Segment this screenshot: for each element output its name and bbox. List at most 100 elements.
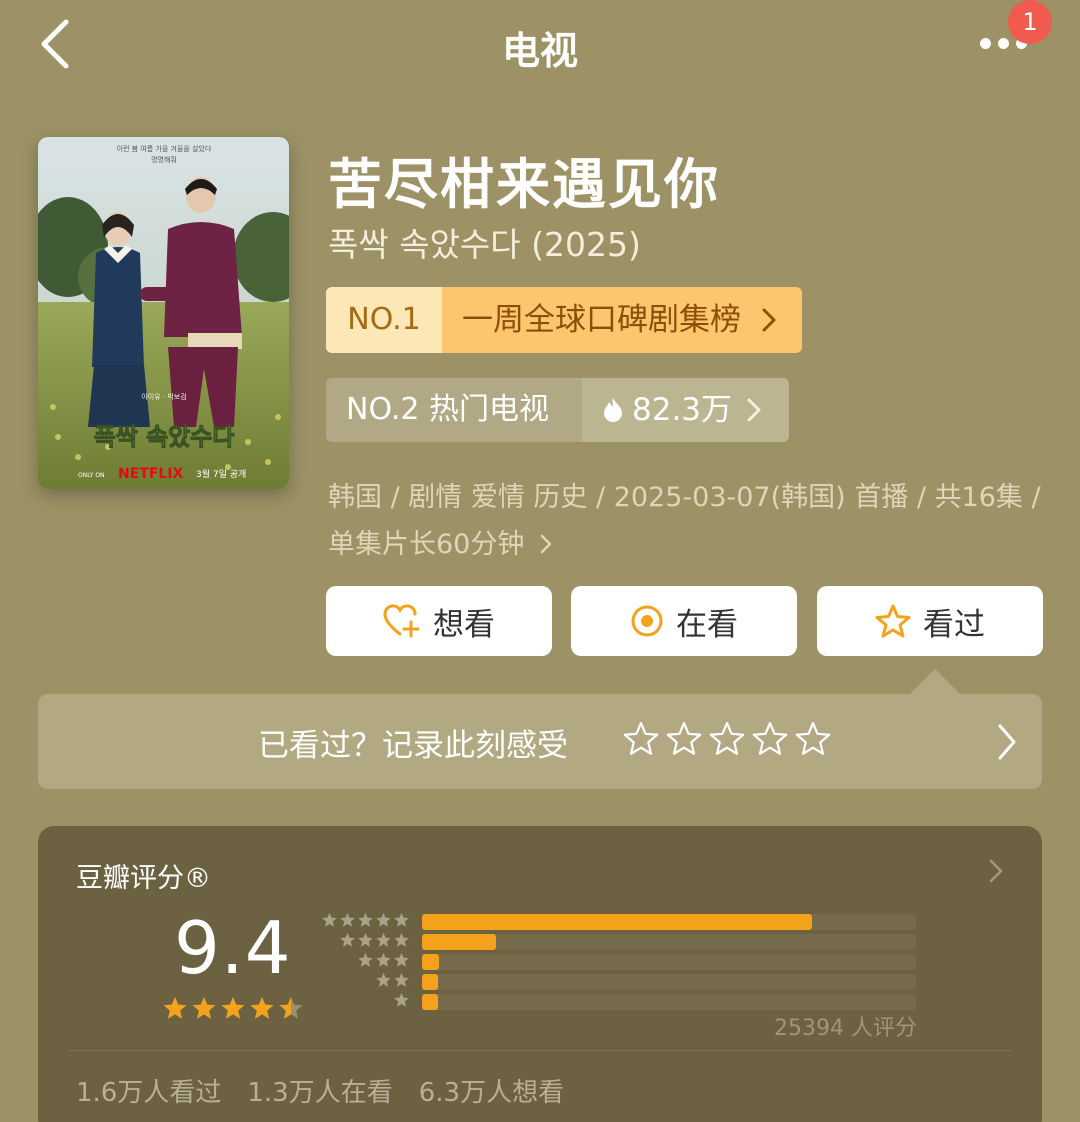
flame-icon (604, 398, 622, 422)
rating-label: 豆瓣评分® (76, 863, 211, 894)
star-icon (394, 993, 409, 1007)
rating-bar-track (422, 914, 916, 930)
record-pointer (910, 669, 960, 694)
record-star-rating[interactable] (623, 722, 831, 758)
record-feeling-panel[interactable]: 已看过？记录此刻感受 (38, 694, 1042, 789)
ranking-number: NO.1 (326, 287, 442, 353)
stat-want: 6.3万人想看 (418, 1078, 565, 1108)
stat-watched: 1.6万人看过 (76, 1078, 222, 1108)
want-to-watch-button[interactable]: 想看 (326, 586, 552, 656)
poster-date: 3월 7일 공개 (196, 468, 246, 480)
star-icon (394, 953, 409, 967)
chevron-right-icon (998, 724, 1016, 760)
record-prompt: 已看过？记录此刻感受 (258, 728, 568, 764)
rating-bar-track (422, 974, 916, 990)
show-meta[interactable]: 韩国 / 剧情 爱情 历史 / 2025-03-07(韩国) 首播 / 共16集… (328, 474, 1048, 568)
chevron-right-icon (540, 534, 552, 554)
star-icon (376, 913, 391, 927)
page-title: 电视 (501, 29, 578, 73)
star-icon (358, 953, 373, 967)
poster-tagline-2: 명명해줘 (151, 155, 177, 164)
rating-bar-track (422, 994, 916, 1010)
watched-button[interactable]: 看过 (817, 586, 1043, 656)
star-icon (394, 913, 409, 927)
rating-score: 9.4 (174, 906, 292, 990)
divider (68, 1050, 1012, 1051)
more-icon (980, 38, 991, 49)
watching-button[interactable]: 在看 (571, 586, 797, 656)
target-icon (631, 605, 663, 637)
star-icon (322, 913, 337, 927)
star-icon (192, 997, 216, 1019)
rating-score-stars (162, 996, 304, 1022)
meta-text: 韩国 / 剧情 爱情 历史 / 2025-03-07(韩国) 首播 / 共16集… (328, 482, 1041, 560)
heat-value: 82.3万 (632, 392, 733, 428)
rating-bar-track (422, 934, 916, 950)
poster-cast: 아이유 · 박보검 (141, 392, 186, 401)
notification-badge: 1 (1008, 0, 1052, 44)
ranking-label-wrap: 一周全球口碑剧集榜 (442, 287, 802, 353)
star-outline-icon[interactable] (709, 722, 745, 758)
poster-artwork: 이런 봄 여름 가을 겨울을 살았다 명명해줘 아이유 · 박보검 폭싹 속았수… (38, 137, 289, 489)
rating-bar-fill (422, 974, 438, 990)
star-icon (163, 997, 187, 1019)
star-icon (358, 913, 373, 927)
poster-tagline: 이런 봄 여름 가을 겨울을 살았다 (117, 144, 212, 153)
rating-bar-track (422, 954, 916, 970)
star-icon (221, 997, 245, 1019)
rating-distribution-row (318, 932, 918, 952)
ranking-popular-label: NO.2 热门电视 (346, 392, 549, 427)
star-icon (376, 973, 391, 987)
rating-distribution-row (318, 912, 918, 932)
chevron-right-icon (747, 398, 761, 422)
rating-bar-fill (422, 934, 497, 950)
poster-only-on: ONLY ON (78, 472, 105, 479)
star-icon (394, 973, 409, 987)
stat-watching: 1.3万人在看 (247, 1078, 393, 1108)
star-outline-icon (875, 604, 911, 638)
rating-bar-fill (422, 954, 440, 970)
rating-distribution-row (318, 972, 918, 992)
douban-rating-card: 豆瓣评分® 9.4 25394 人评分 1.6万人看过 1.3万人在看 6.3万… (38, 826, 1042, 1122)
watching-label: 在看 (676, 606, 738, 643)
rating-count: 25394 人评分 (774, 1016, 917, 1041)
chevron-right-icon[interactable] (988, 858, 1004, 884)
chevron-right-icon (762, 308, 776, 332)
rating-bar-fill (422, 994, 438, 1010)
rating-row-stars (357, 952, 410, 969)
star-icon (340, 933, 355, 947)
ranking-label: 一周全球口碑剧集榜 (462, 302, 741, 338)
rating-distribution-row (318, 952, 918, 972)
star-icon (376, 953, 391, 967)
want-to-watch-label: 想看 (433, 606, 495, 643)
rating-row-stars (321, 912, 410, 929)
poster-netflix: NETFLIX (118, 466, 184, 482)
star-icon (279, 997, 303, 1019)
rating-row-stars (339, 932, 410, 949)
heat-value-wrap: 82.3万 (582, 378, 789, 442)
watched-label: 看过 (923, 606, 985, 643)
ranking-global-badge[interactable]: NO.1 一周全球口碑剧集榜 (326, 287, 802, 353)
star-icon (340, 913, 355, 927)
star-outline-icon[interactable] (795, 722, 831, 758)
star-icon (394, 933, 409, 947)
more-icon-dot (998, 38, 1009, 49)
poster-image[interactable]: 이런 봄 여름 가을 겨울을 살았다 명명해줘 아이유 · 박보검 폭싹 속았수… (38, 137, 289, 489)
star-outline-icon[interactable] (752, 722, 788, 758)
star-outline-icon[interactable] (666, 722, 702, 758)
rating-row-stars (393, 992, 410, 1009)
original-title: 폭싹 속았수다 (2025) (328, 225, 641, 264)
star-icon (250, 997, 274, 1019)
show-title: 苦尽柑来遇见你 (328, 153, 720, 216)
poster-title: 폭싹 속았수다 (94, 423, 235, 451)
top-bar: 电视 1 (0, 0, 1080, 95)
star-icon (358, 933, 373, 947)
audience-stats: 1.6万人看过 1.3万人在看 6.3万人想看 (76, 1072, 564, 1109)
star-icon (376, 933, 391, 947)
heart-plus-icon (383, 604, 420, 638)
rating-bar-fill (422, 914, 813, 930)
star-outline-icon[interactable] (623, 722, 659, 758)
rating-distribution-row (318, 992, 918, 1012)
rating-row-stars (375, 972, 410, 989)
ranking-popular-badge[interactable]: NO.2 热门电视 82.3万 (326, 378, 789, 442)
